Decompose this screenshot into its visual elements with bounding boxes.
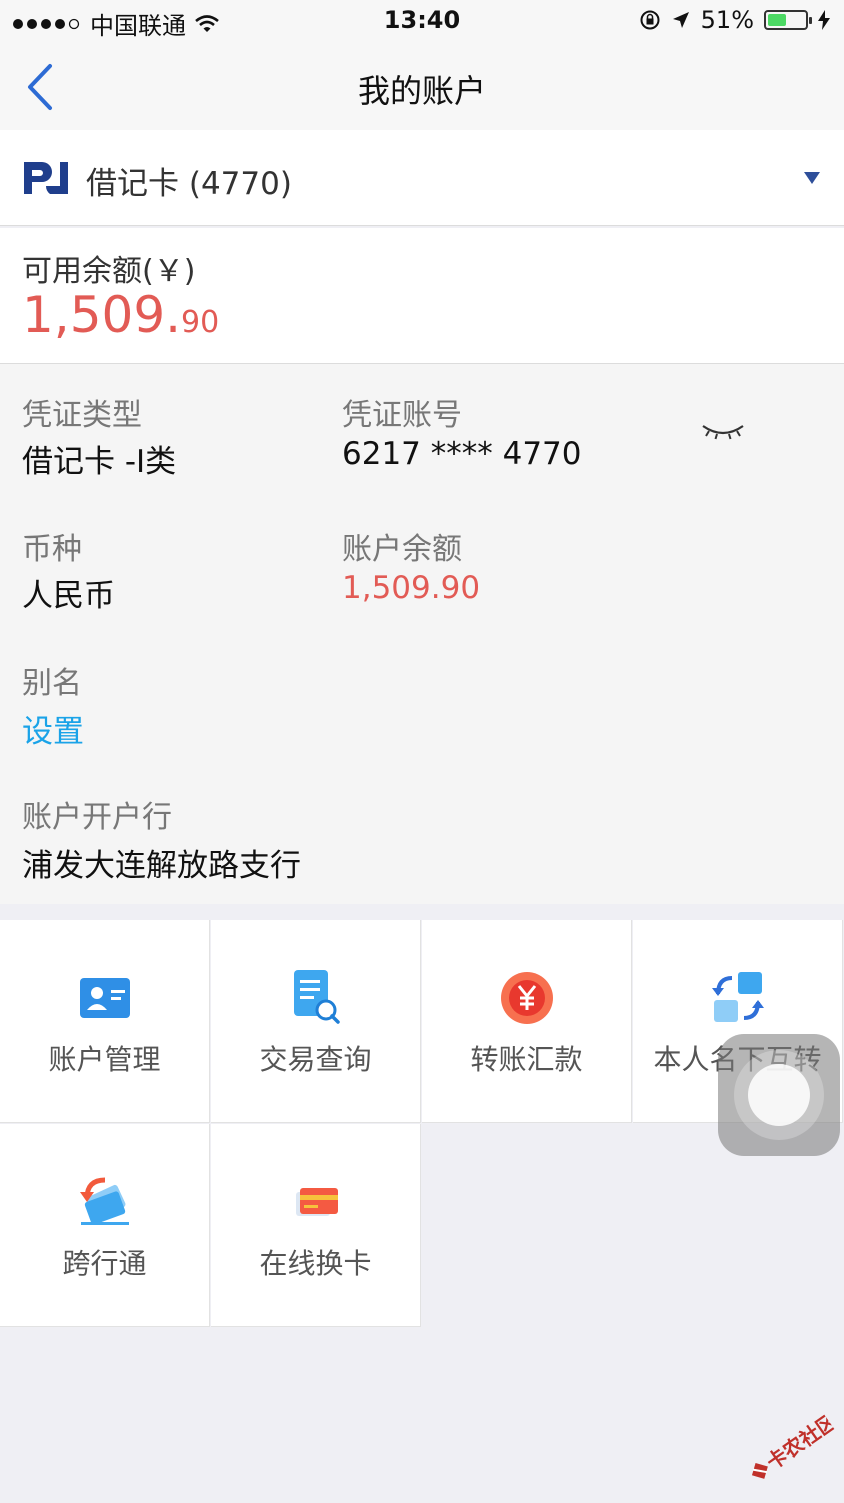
page-title: 我的账户 <box>357 72 486 110</box>
svg-text:卡农社区: 卡农社区 <box>762 1409 841 1475</box>
account-balance-value: 1,509.90 <box>342 570 481 606</box>
voucher-type-label: 凭证类型 <box>22 398 142 433</box>
voucher-no-value: 6217 **** 4770 <box>342 436 582 472</box>
action-account-management[interactable]: 账户管理 <box>0 920 210 1123</box>
assistive-touch-dot <box>748 1064 810 1126</box>
action-label: 交易查询 <box>259 1043 372 1076</box>
currency-value: 人民币 <box>22 578 115 614</box>
alias-label: 别名 <box>22 666 82 701</box>
account-details: 凭证类型 借记卡 -I类 凭证账号 6217 **** 4770 币种 人民币 … <box>0 364 844 904</box>
document-search-icon <box>293 970 340 1024</box>
account-balance-label: 账户余额 <box>342 532 462 567</box>
account-card-icon <box>79 978 130 1018</box>
battery-level <box>768 14 786 26</box>
voucher-no-label: 凭证账号 <box>342 398 462 433</box>
navigation-bar: 我的账户 <box>0 44 844 130</box>
action-cross-bank[interactable]: 跨行通 <box>0 1124 210 1327</box>
swap-arrows-icon <box>711 972 764 1022</box>
forum-watermark-logo: 卡农社区 <box>751 1409 841 1479</box>
action-transfer[interactable]: 转账汇款 <box>422 920 632 1123</box>
balance-decimal: 90 <box>181 305 220 340</box>
status-bar: 中国联通 13:40 51% <box>0 0 844 44</box>
battery-percent: 51% <box>700 6 754 34</box>
card-selector[interactable]: 借记卡 (4770) <box>0 130 844 226</box>
balance-panel: 可用余额(￥) 1,509.90 <box>0 228 844 364</box>
action-label: 在线换卡 <box>259 1247 372 1280</box>
action-label: 跨行通 <box>62 1247 147 1280</box>
card-name: 借记卡 (4770) <box>86 166 292 202</box>
status-right: 51% <box>639 6 830 34</box>
battery-tip <box>809 17 812 24</box>
location-icon <box>672 12 689 28</box>
spdb-logo-icon <box>24 162 68 194</box>
dropdown-triangle-icon[interactable] <box>804 172 820 184</box>
branch-value: 浦发大连解放路支行 <box>22 848 301 884</box>
balance-integer: 1,509. <box>22 286 182 344</box>
battery-icon <box>764 10 812 30</box>
branch-label: 账户开户行 <box>22 800 172 835</box>
alias-set-link[interactable]: 设置 <box>22 706 84 751</box>
action-transaction-query[interactable]: 交易查询 <box>211 920 421 1123</box>
bank-card-icon <box>295 1188 338 1216</box>
eye-closed-icon[interactable] <box>700 420 746 442</box>
action-online-card-change[interactable]: 在线换卡 <box>211 1124 421 1327</box>
currency-label: 币种 <box>22 532 82 567</box>
voucher-type-value: 借记卡 -I类 <box>22 444 177 480</box>
yuan-coin-icon <box>500 972 553 1024</box>
available-balance-value: 1,509.90 <box>22 290 219 340</box>
assistive-touch-button[interactable] <box>718 1034 840 1156</box>
action-label: 转账汇款 <box>470 1043 583 1076</box>
cards-arrow-icon <box>79 1177 129 1225</box>
charging-bolt-icon <box>818 10 830 30</box>
orientation-lock-icon <box>640 10 660 30</box>
available-balance-label: 可用余额(￥) <box>22 254 196 289</box>
action-label: 账户管理 <box>48 1043 161 1076</box>
